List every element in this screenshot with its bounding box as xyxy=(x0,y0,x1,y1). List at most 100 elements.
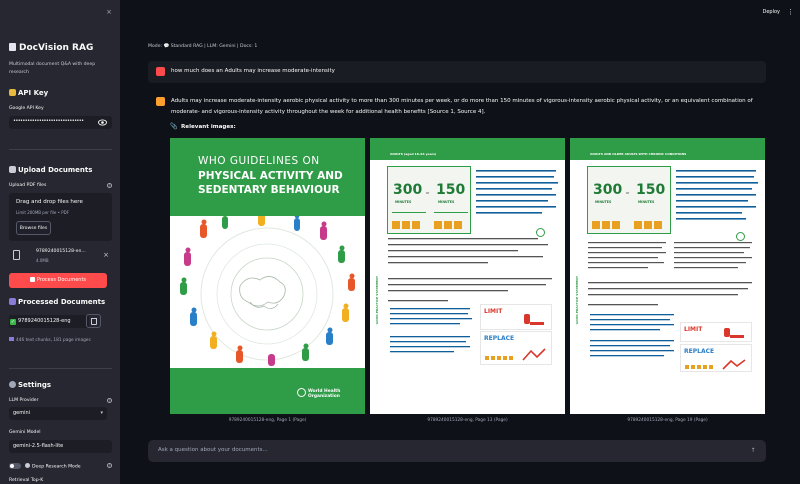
settings-heading-text: Settings xyxy=(18,381,52,389)
cover-title-line2: PHYSICAL ACTIVITY AND SEDENTARY BEHAVIOU… xyxy=(198,170,343,196)
send-icon[interactable]: ↑ xyxy=(748,446,758,456)
image-caption-1: 9789240015128-eng, Page 1 (Page) xyxy=(228,418,307,423)
recommendation-text xyxy=(476,170,558,214)
sidebar-divider xyxy=(9,368,112,369)
cover-title-line1: WHO GUIDELINES ON xyxy=(198,155,320,167)
processed-heading: Processed Documents xyxy=(9,298,105,306)
document-icon xyxy=(9,43,16,51)
limit-text: LIMIT xyxy=(684,326,703,333)
big-number-150: 150 xyxy=(636,182,666,198)
deep-research-label-text: Deep Research Mode xyxy=(32,464,81,470)
deploy-button[interactable]: Deploy xyxy=(762,9,780,15)
sidebar: × DocVision RAG Multimodal document Q&A … xyxy=(0,0,120,484)
user-message-text: how much does an Adults may increase mod… xyxy=(171,68,335,74)
upload-heading-text: Upload Documents xyxy=(18,166,93,174)
big-number-300: 300 xyxy=(593,182,623,198)
replace-text: REPLACE xyxy=(484,335,515,342)
help-icon[interactable]: ? xyxy=(107,183,112,188)
eye-icon[interactable] xyxy=(98,119,107,126)
activity-icons xyxy=(392,221,462,229)
browse-files-button[interactable]: Browse files xyxy=(16,221,51,235)
page-image-13[interactable]: ADULTS (aged 18–64 years) 300 MINUTES or… xyxy=(370,138,565,414)
assistant-message-text: Adults may increase moderate-intensity a… xyxy=(171,98,753,115)
cover-illustration xyxy=(170,216,365,368)
file-dropzone[interactable]: Drag and drop files here Limit 200MB per… xyxy=(9,193,112,241)
activity-icons xyxy=(592,221,662,229)
limit-text: LIMIT xyxy=(484,308,503,315)
file-name: 9789240015128-en... xyxy=(36,249,86,254)
app-subtitle: Multimodal document Q&A with deep resear… xyxy=(9,62,96,75)
chevron-down-icon: ▾ xyxy=(100,410,103,416)
big-number-150-unit: MINUTES xyxy=(438,200,455,204)
process-documents-button[interactable]: Process Documents xyxy=(9,273,107,288)
chat-input[interactable]: Ask a question about your documents... ↑ xyxy=(148,440,766,462)
upload-heading: Upload Documents xyxy=(9,166,92,174)
page-header-text: ADULTS (aged 18–64 years) xyxy=(390,152,437,156)
image-caption-2: 9789240015128-eng, Page 13 (Page) xyxy=(427,418,508,423)
user-message: how much does an Adults may increase mod… xyxy=(148,61,766,83)
recommendation-infographic: 300 MINUTES or 150 MINUTES xyxy=(387,166,471,234)
trash-icon xyxy=(91,318,97,325)
help-icon[interactable]: ? xyxy=(107,398,112,403)
assistant-avatar-icon xyxy=(156,97,165,106)
replace-text: REPLACE xyxy=(684,348,715,355)
gear-icon xyxy=(9,381,16,388)
folder-icon xyxy=(9,166,16,173)
or-text: or xyxy=(426,191,430,195)
app-title: DocVision RAG xyxy=(9,43,93,53)
page-header xyxy=(570,138,765,160)
deep-research-toggle[interactable] xyxy=(9,463,21,469)
settings-heading: Settings xyxy=(9,381,51,389)
process-icon xyxy=(29,276,35,282)
file-size: 4.0MB xyxy=(36,258,49,263)
gemini-model-label: Gemini Model xyxy=(9,430,41,435)
page-image-1[interactable]: WHO GUIDELINES ON PHYSICAL ACTIVITY AND … xyxy=(170,138,365,414)
who-logo-icon xyxy=(297,388,306,397)
close-sidebar-icon[interactable]: × xyxy=(106,8,112,16)
who-org-name: World Health Organization xyxy=(308,389,341,399)
api-key-field[interactable]: •••••••••••••••••••••••••••••• xyxy=(9,116,112,129)
big-number-300: 300 xyxy=(393,182,423,198)
replace-icons xyxy=(485,348,546,361)
stats-icon xyxy=(9,337,14,341)
mode-line: Mode: 💬 Standard RAG | LLM: Gemini | Doc… xyxy=(148,44,258,49)
books-icon xyxy=(9,298,16,305)
image-caption-3: 9789240015128-eng, Page 19 (Page) xyxy=(627,418,708,423)
processed-document-name: 9789240015128-eng xyxy=(18,318,71,324)
llm-provider-select[interactable]: gemini ▾ xyxy=(9,407,107,420)
delete-document-button[interactable] xyxy=(86,314,101,328)
side-label-text: GOOD PRACTICE STATEMENT xyxy=(375,276,379,325)
check-circle-icon xyxy=(736,232,745,241)
side-label: GOOD PRACTICE STATEMENT xyxy=(373,216,383,406)
upload-label: Upload PDF files xyxy=(9,183,47,188)
help-icon[interactable]: ? xyxy=(107,463,112,468)
api-key-heading-text: API Key xyxy=(18,89,49,97)
text-line xyxy=(392,212,426,213)
api-key-value: •••••••••••••••••••••••••••••• xyxy=(13,118,84,124)
key-icon xyxy=(9,89,16,96)
gemini-model-field[interactable]: gemini-2.5-flash-lite xyxy=(9,440,112,453)
big-number-300-unit: MINUTES xyxy=(595,200,612,204)
main-area: Deploy ⋮ Mode: 💬 Standard RAG | LLM: Gem… xyxy=(120,0,800,484)
processed-document: ✓ 9789240015128-eng xyxy=(9,315,89,328)
microscope-icon xyxy=(25,463,30,468)
llm-provider-value: gemini xyxy=(13,410,31,416)
side-label: GOOD PRACTICE STATEMENT xyxy=(573,216,583,406)
process-button-label: Process Documents xyxy=(36,277,87,283)
check-circle-icon xyxy=(536,228,545,237)
main-menu-icon[interactable]: ⋮ xyxy=(787,8,794,16)
relevant-images-text: Relevant images: xyxy=(181,124,236,130)
sitting-figure-icon xyxy=(524,314,544,325)
replace-box: REPLACE xyxy=(680,344,752,372)
big-number-300-unit: MINUTES xyxy=(395,200,412,204)
recommendation-infographic: 300 MINUTES or 150 MINUTES xyxy=(587,166,671,234)
relevant-images: WHO GUIDELINES ON PHYSICAL ACTIVITY AND … xyxy=(170,138,766,423)
retrieval-label: Retrieval Top-K xyxy=(9,478,44,483)
remove-file-icon[interactable]: × xyxy=(103,251,109,259)
processed-summary-text: 446 text chunks, 181 page images xyxy=(16,338,91,343)
page-image-19[interactable]: ADULTS AND OLDER ADULTS WITH CHRONIC CON… xyxy=(570,138,765,414)
replace-box: REPLACE xyxy=(480,331,552,365)
dropzone-title: Drag and drop files here xyxy=(16,199,83,205)
big-number-150: 150 xyxy=(436,182,466,198)
gemini-model-value: gemini-2.5-flash-lite xyxy=(13,443,64,449)
